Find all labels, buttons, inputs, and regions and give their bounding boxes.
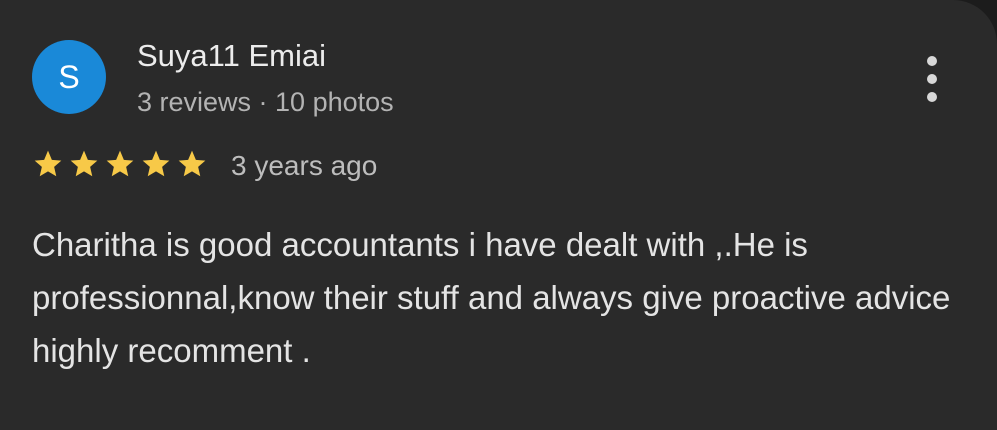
star-icon bbox=[31, 148, 65, 180]
review-card: S Suya11 Emiai 3 reviews · 10 photos 3 y… bbox=[0, 0, 997, 430]
avatar[interactable]: S bbox=[32, 40, 106, 114]
review-text: Charitha is good accountants i have deal… bbox=[32, 226, 951, 369]
star-icon bbox=[103, 148, 137, 180]
more-options-button[interactable] bbox=[912, 54, 952, 104]
more-vert-icon bbox=[927, 56, 937, 66]
star-icon bbox=[175, 148, 209, 180]
star-icon bbox=[67, 148, 101, 180]
star-rating bbox=[31, 148, 209, 180]
review-time: 3 years ago bbox=[231, 150, 378, 181]
author-meta: 3 reviews · 10 photos bbox=[137, 87, 394, 117]
author-name[interactable]: Suya11 Emiai bbox=[137, 38, 326, 74]
star-icon bbox=[139, 148, 173, 180]
